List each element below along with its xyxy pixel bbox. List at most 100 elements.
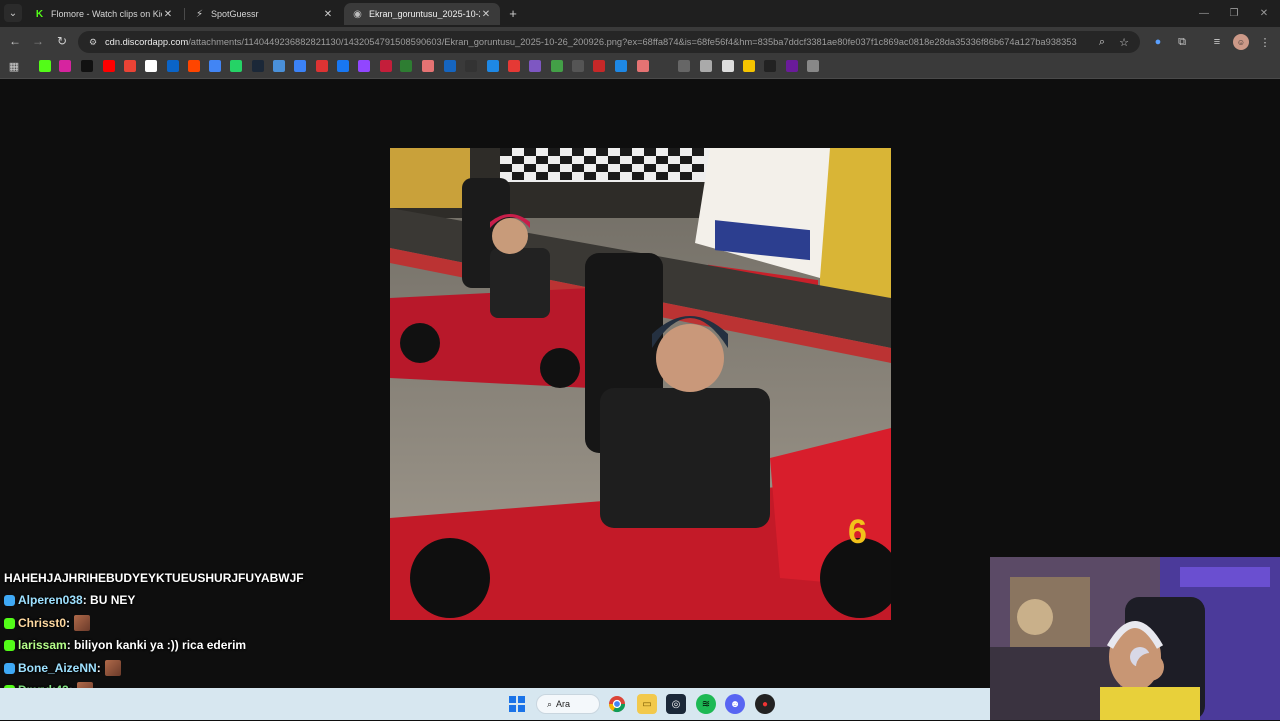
go-kart-photo: 6 — [390, 148, 891, 620]
folder-icon: ▭ — [642, 698, 652, 710]
bookmark-facebook-14[interactable] — [337, 60, 349, 72]
bookmark-youtube-3[interactable] — [103, 60, 115, 72]
chat-username[interactable]: Bone_AizeNN — [18, 661, 97, 675]
taskbar-spotify[interactable]: ≋ — [696, 694, 716, 714]
bookmark-play-12[interactable] — [294, 60, 306, 72]
extension-badge-icon: ● — [1154, 36, 1162, 48]
bookmark-x-2[interactable] — [81, 60, 93, 72]
chat-emote — [74, 615, 91, 631]
site-info-button[interactable]: ⚙ — [86, 35, 100, 49]
record-icon: ● — [761, 698, 769, 710]
chat-username[interactable]: Chrisst0 — [18, 616, 66, 630]
close-icon[interactable]: ✕ — [322, 9, 334, 20]
bookmark-arrow-27[interactable] — [615, 60, 627, 72]
tab-spotguessr[interactable]: ⚡ SpotGuessr ✕ — [186, 3, 342, 25]
bookmark-video-23[interactable] — [529, 60, 541, 72]
close-window-button[interactable]: ✕ — [1256, 5, 1272, 21]
bookmark-sync-11[interactable] — [273, 60, 285, 72]
reload-button[interactable]: ↻ — [54, 33, 70, 49]
apps-button[interactable]: ▦ — [6, 58, 22, 74]
tab-title: Flomore - Watch clips on Kick — [51, 9, 162, 19]
zoom-button[interactable]: ⌕ — [1094, 34, 1110, 50]
streamer-webcam — [990, 557, 1280, 720]
back-button[interactable]: ← — [7, 33, 23, 49]
bookmark-settings-30[interactable] — [700, 60, 712, 72]
bookmark-b-19[interactable] — [444, 60, 456, 72]
star-icon: ☆ — [1119, 36, 1129, 49]
list-icon: ≡ — [1213, 36, 1221, 48]
bookmark-kick-0[interactable] — [39, 60, 51, 72]
bookmark-chat-22[interactable] — [508, 60, 520, 72]
taskbar-steam[interactable]: ◎ — [666, 694, 686, 714]
bookmark-translate-8[interactable] — [209, 60, 221, 72]
bookmark-prompt-20[interactable] — [465, 60, 477, 72]
taskbar-chrome[interactable] — [607, 694, 627, 714]
bookmark-steam-10[interactable] — [252, 60, 264, 72]
chrome-icon — [608, 696, 626, 713]
bookmark-k-34[interactable] — [786, 60, 798, 72]
bookmark-bookmark-16[interactable] — [380, 60, 392, 72]
taskbar-discord[interactable]: ☻ — [725, 694, 745, 714]
svg-text:6: 6 — [848, 513, 867, 551]
plus-icon: + — [509, 5, 517, 21]
minimize-button[interactable]: — — [1196, 5, 1212, 21]
taskbar-search[interactable]: ⌕ Ara — [536, 694, 600, 714]
bookmark-leaf-17[interactable] — [400, 60, 412, 72]
bookmark-gmail-4[interactable] — [124, 60, 136, 72]
arrow-right-icon: → — [32, 34, 44, 48]
close-icon[interactable]: ✕ — [162, 9, 174, 20]
bookmark-link-18[interactable] — [422, 60, 434, 72]
chat-username[interactable]: larissam — [18, 638, 67, 652]
bookmark-chart-26[interactable] — [593, 60, 605, 72]
extension-button[interactable]: ● — [1150, 34, 1166, 50]
bookmark-link-28[interactable] — [637, 60, 649, 72]
avatar: ☺ — [1236, 37, 1246, 47]
search-icon: ⌕ — [547, 698, 553, 709]
steam-icon: ◎ — [671, 698, 681, 710]
url-text[interactable]: cdn.discordapp.com/attachments/114044923… — [105, 36, 1077, 48]
bookmark-google-5[interactable] — [145, 60, 157, 72]
kick-icon: K — [35, 8, 44, 20]
bookmark-stack-31[interactable] — [722, 60, 734, 72]
close-icon[interactable]: ✕ — [480, 9, 492, 20]
taskbar-app[interactable]: ● — [755, 694, 775, 714]
bookmark-pin-24[interactable] — [551, 60, 563, 72]
tab-flomore[interactable]: K Flomore - Watch clips on Kick ✕ — [26, 3, 182, 25]
bookmark-mute-25[interactable] — [572, 60, 584, 72]
tab-ekran-goruntusu[interactable]: ◉ Ekran_goruntusu_2025-10-26_2 ✕ — [344, 3, 500, 25]
bookmark-coin-32[interactable] — [743, 60, 755, 72]
start-button[interactable] — [507, 694, 527, 714]
chat-message: Alperen038 : BU NEY — [4, 591, 135, 609]
menu-button[interactable]: ⋮ — [1257, 34, 1273, 50]
reading-list-button[interactable]: ≡ — [1209, 34, 1225, 50]
bookmark-whatsapp-9[interactable] — [230, 60, 242, 72]
bookmark-star-button[interactable]: ☆ — [1116, 34, 1132, 50]
bookmark-tsd-33[interactable] — [764, 60, 776, 72]
tab-title: Ekran_goruntusu_2025-10-26_2 — [369, 9, 480, 19]
chevron-down-icon: ⌄ — [8, 7, 18, 19]
taskbar-file-explorer[interactable]: ▭ — [637, 694, 657, 714]
tab-search-menu[interactable]: ⌄ — [4, 4, 22, 22]
subscriber-badge-icon — [4, 617, 15, 629]
bookmark-outlook-6[interactable] — [167, 60, 179, 72]
profile-button[interactable]: ☺ — [1233, 34, 1249, 50]
new-tab-button[interactable]: + — [505, 5, 521, 21]
bookmark-mail-13[interactable] — [316, 60, 328, 72]
chat-username[interactable]: Alperen038 — [18, 593, 83, 607]
screenshot-image[interactable]: 6 — [390, 148, 891, 620]
forward-button[interactable]: → — [30, 33, 46, 49]
bookmark-chain-29[interactable] — [678, 60, 690, 72]
maximize-button[interactable]: ❐ — [1226, 5, 1242, 21]
bookmark-puzzle-35[interactable] — [807, 60, 819, 72]
bookmark-reddit-7[interactable] — [188, 60, 200, 72]
bookmark-twitch-15[interactable] — [358, 60, 370, 72]
page-icon: ◉ — [353, 8, 362, 20]
extensions-button[interactable]: ⧉ — [1174, 34, 1190, 50]
subscriber-badge-icon — [4, 639, 15, 651]
minimize-icon: — — [1199, 7, 1209, 19]
chat-text: : — [96, 661, 101, 675]
bookmark-image-21[interactable] — [487, 60, 499, 72]
chat-text: : — [66, 616, 71, 630]
bookmark-instagram-1[interactable] — [59, 60, 71, 72]
subscriber-badge-icon — [4, 594, 15, 606]
